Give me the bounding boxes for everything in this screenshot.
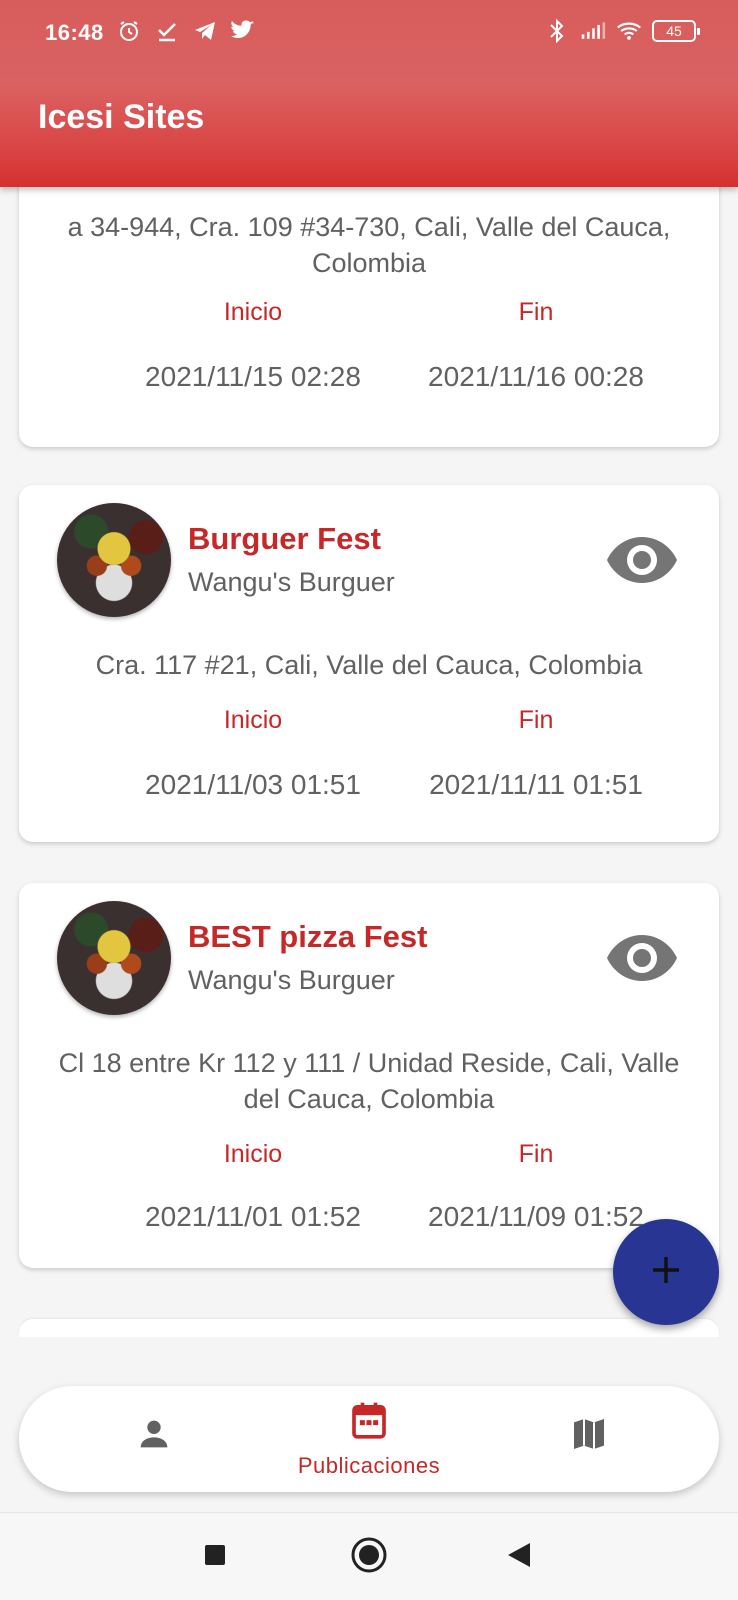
publication-avatar — [57, 503, 171, 617]
end-label: Fin — [518, 298, 554, 326]
start-label: Inicio — [223, 298, 283, 326]
nav-item-map[interactable] — [514, 1386, 664, 1492]
publication-address: Cra. 117 #21, Cali, Valle del Cauca, Col… — [95, 650, 643, 680]
telegram-icon — [192, 18, 218, 44]
start-label: Inicio — [223, 706, 283, 734]
start-date: 2021/11/01 01:52 — [145, 1201, 361, 1232]
publication-card[interactable] — [19, 1319, 719, 1337]
publication-organizer: Wangu's Burguer — [188, 567, 395, 597]
recents-button[interactable] — [193, 1535, 237, 1579]
publications-list[interactable]: a 34-944, Cra. 109 #34-730, Cali, Valle … — [0, 187, 738, 1337]
publication-address: a 34-944, Cra. 109 #34-730, Cali, Valle … — [67, 212, 671, 278]
home-circle-icon — [350, 1536, 388, 1579]
system-navigation-bar — [0, 1512, 738, 1600]
publication-title: BEST pizza Fest — [188, 919, 428, 954]
back-triangle-icon — [506, 1541, 532, 1574]
home-button[interactable] — [347, 1535, 391, 1579]
publication-card[interactable]: a 34-944, Cra. 109 #34-730, Cali, Valle … — [19, 187, 719, 447]
calendar-icon — [349, 1400, 389, 1447]
status-bar: 16:48 45 — [0, 0, 738, 66]
signal-icon — [580, 18, 606, 44]
status-time: 16:48 — [45, 20, 104, 45]
nav-item-label: Publicaciones — [297, 1452, 441, 1478]
alarm-icon — [116, 18, 142, 44]
bluetooth-icon — [544, 18, 570, 44]
wifi-icon — [616, 18, 642, 44]
nav-item-publicaciones[interactable]: Publicaciones — [274, 1386, 464, 1492]
battery-icon: 45 — [652, 20, 700, 42]
check-icon — [154, 18, 180, 44]
publication-title: Burguer Fest — [188, 521, 381, 556]
end-label: Fin — [518, 706, 554, 734]
back-button[interactable] — [497, 1535, 541, 1579]
start-date: 2021/11/03 01:51 — [145, 769, 361, 800]
publication-address: Cl 18 entre Kr 112 y 111 / Unidad Reside… — [58, 1048, 680, 1114]
publication-card[interactable]: BEST pizza Fest Wangu's Burguer Cl 18 en… — [19, 883, 719, 1268]
start-date: 2021/11/15 02:28 — [145, 361, 361, 392]
page-title: Icesi Sites — [38, 98, 205, 136]
publication-avatar — [57, 901, 171, 1015]
twitter-icon — [230, 18, 256, 44]
nav-item-profile[interactable] — [79, 1386, 229, 1492]
plus-icon — [649, 1253, 683, 1292]
end-date: 2021/11/16 00:28 — [428, 361, 644, 392]
view-eye-icon[interactable] — [603, 919, 681, 997]
person-icon — [134, 1414, 174, 1459]
add-publication-button[interactable] — [613, 1219, 719, 1325]
battery-level: 45 — [666, 23, 682, 39]
view-eye-icon[interactable] — [603, 521, 681, 599]
start-label: Inicio — [223, 1140, 283, 1168]
publication-card[interactable]: Burguer Fest Wangu's Burguer Cra. 117 #2… — [19, 485, 719, 842]
app-bar: 16:48 45 Icesi Sites — [0, 0, 738, 187]
end-label: Fin — [518, 1140, 554, 1168]
bottom-navigation: Publicaciones — [19, 1386, 719, 1492]
publication-organizer: Wangu's Burguer — [188, 965, 395, 995]
map-icon — [569, 1414, 609, 1459]
square-icon — [203, 1543, 227, 1572]
end-date: 2021/11/11 01:51 — [429, 769, 643, 800]
